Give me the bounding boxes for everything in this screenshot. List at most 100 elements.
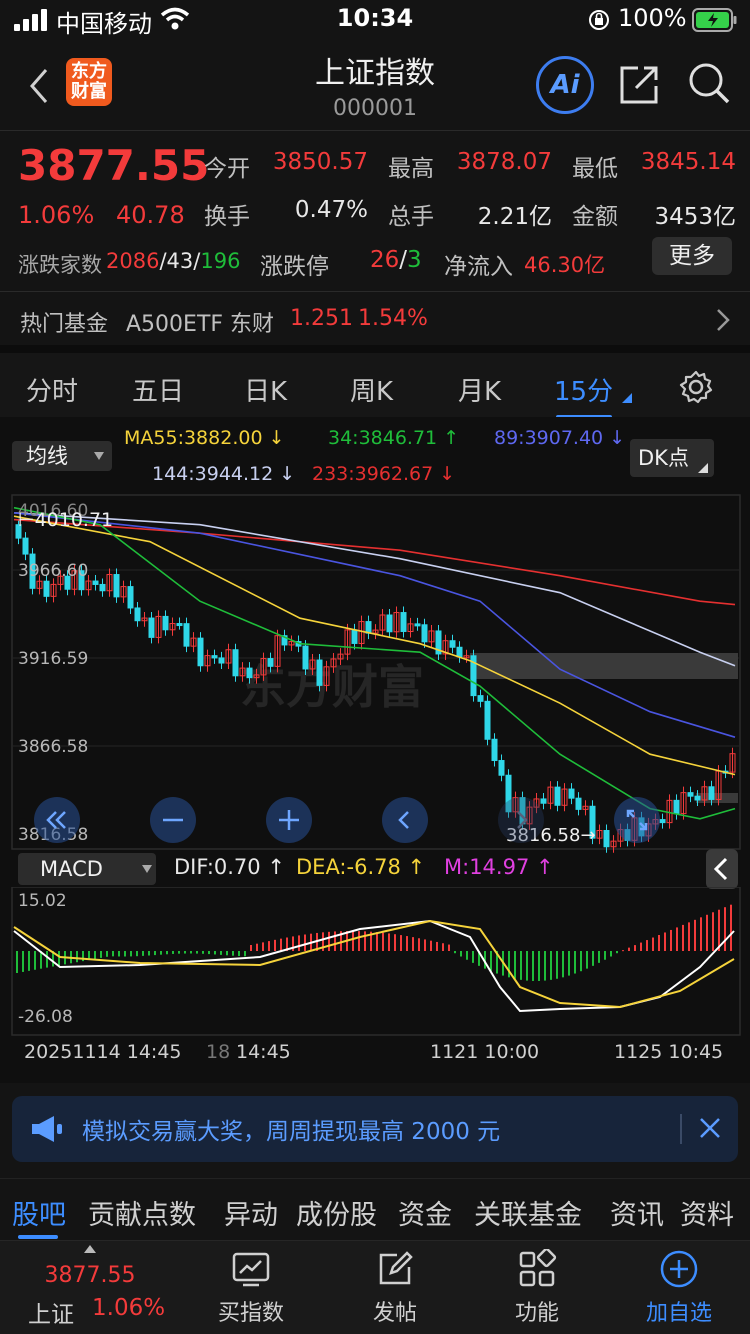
tab-guba[interactable]: 股吧	[12, 1193, 66, 1232]
buy-index-button[interactable]: 买指数	[176, 1241, 326, 1334]
tab-monthly-k[interactable]: 月K	[458, 371, 501, 408]
macd-bar	[676, 927, 678, 951]
dropdown-triangle-icon	[622, 393, 632, 403]
open-label: 今开	[204, 156, 250, 182]
high-label: 最高	[388, 156, 434, 182]
last-price: 3877.55	[18, 141, 210, 190]
open-value: 3850.57	[272, 149, 368, 175]
candle	[491, 738, 498, 762]
watermark: 东方财富	[240, 660, 424, 714]
ma55-value: MA55:3882.00 ↓	[124, 427, 285, 449]
candle	[211, 655, 218, 659]
plus-icon	[279, 810, 299, 830]
tab-profile[interactable]: 资料	[680, 1193, 734, 1232]
macd-bar	[136, 951, 138, 957]
tab-constituents[interactable]: 成份股	[296, 1193, 377, 1232]
date-label-2: 14:45	[236, 1041, 291, 1063]
zoom-in-button[interactable]	[266, 797, 312, 843]
more-button[interactable]: 更多	[652, 237, 732, 275]
post-button[interactable]: 发帖	[320, 1241, 470, 1334]
macd-bar	[358, 931, 360, 951]
macd-axis-top: 15.02	[18, 891, 67, 911]
macd-bar	[280, 938, 282, 951]
macd-bar	[466, 951, 468, 960]
scroll-right-button[interactable]	[498, 797, 544, 843]
candle	[575, 797, 582, 810]
candle	[99, 583, 106, 592]
gear-icon[interactable]	[678, 369, 714, 405]
macd-bar	[730, 904, 732, 951]
hot-fund-price: 1.251	[290, 306, 353, 331]
macd-bar	[574, 951, 576, 974]
tab-daily-k[interactable]: 日K	[244, 371, 287, 408]
tab-contribution[interactable]: 贡献点数	[88, 1193, 196, 1232]
promo-banner[interactable]: 模拟交易赢大奖，周周提现最高 2000 元	[12, 1096, 738, 1162]
zoom-out-button[interactable]	[150, 797, 196, 843]
tab-weekly-k[interactable]: 周K	[350, 371, 393, 408]
change-percent: 1.06%	[18, 201, 95, 229]
scroll-left-fast-button[interactable]	[34, 797, 80, 843]
macd-bar	[616, 951, 618, 954]
candle	[92, 580, 99, 585]
macd-bar	[172, 951, 174, 954]
macd-bar	[382, 932, 384, 951]
macd-bar	[46, 951, 48, 968]
tab-funds-flow[interactable]: 资金	[398, 1193, 452, 1232]
tab-movement[interactable]: 异动	[224, 1193, 278, 1232]
close-icon[interactable]	[696, 1114, 724, 1142]
y-axis-label-3: 3916.59	[18, 649, 89, 669]
candle	[218, 657, 225, 664]
macd-bar	[22, 951, 24, 972]
candle	[232, 649, 239, 677]
macd-bar	[646, 940, 648, 951]
tab-15min[interactable]: 15分	[554, 371, 613, 408]
macd-bar	[670, 929, 672, 951]
caret-up-icon	[84, 1245, 96, 1253]
macd-bar	[622, 950, 624, 952]
macd-bar	[658, 935, 660, 951]
macd-bar	[376, 932, 378, 951]
tab-intraday[interactable]: 分时	[26, 371, 78, 408]
collapse-button[interactable]	[706, 849, 738, 889]
ma144-value: 144:3944.12 ↓	[152, 463, 296, 485]
macd-bar	[514, 951, 516, 979]
search-icon[interactable]	[686, 60, 732, 106]
scroll-left-button[interactable]	[382, 797, 428, 843]
macd-bar	[442, 943, 444, 951]
ma-select[interactable]: 均线	[12, 441, 112, 471]
banner-text: 模拟交易赢大奖，周周提现最高 2000 元	[82, 1119, 501, 1145]
limit-label: 涨跌停	[260, 254, 329, 280]
macd-bar	[244, 951, 246, 957]
macd-bar	[604, 951, 606, 960]
macd-bar	[424, 939, 426, 951]
date-label-4: 1125 10:45	[614, 1041, 724, 1063]
tab-news[interactable]: 资讯	[610, 1193, 664, 1232]
macd-select[interactable]: MACD	[18, 853, 156, 885]
ai-button[interactable]: Ai	[536, 56, 594, 114]
tab-related-funds[interactable]: 关联基金	[474, 1193, 582, 1232]
index-summary[interactable]: 3877.55 上证 1.06%	[0, 1241, 165, 1334]
breadth-values: 2086/43/196	[106, 249, 241, 273]
add-watchlist-button[interactable]: 加自选	[604, 1241, 750, 1334]
fullscreen-button[interactable]	[614, 797, 660, 843]
share-icon[interactable]	[618, 62, 662, 106]
macd-bar	[364, 931, 366, 951]
candle	[22, 537, 29, 555]
candle	[43, 580, 50, 597]
dk-point-button[interactable]: DK点	[630, 439, 714, 477]
macd-bar	[418, 938, 420, 951]
chevron-left-icon	[398, 811, 409, 829]
candle	[477, 695, 484, 702]
candle	[449, 640, 456, 648]
macd-bar	[214, 951, 216, 955]
function-button[interactable]: 功能	[462, 1241, 612, 1334]
macd-bar	[274, 939, 276, 951]
candle	[554, 786, 561, 806]
hot-fund-row[interactable]: 热门基金 A500ETF 东财 1.251 1.54%	[0, 291, 750, 346]
candle	[456, 646, 463, 658]
y-axis-label-4: 3866.58	[18, 737, 89, 757]
macd-bar	[190, 951, 192, 954]
macd-dea-line	[13, 919, 735, 1009]
tab-five-day[interactable]: 五日	[132, 371, 184, 408]
index-name: 上证	[28, 1302, 74, 1328]
